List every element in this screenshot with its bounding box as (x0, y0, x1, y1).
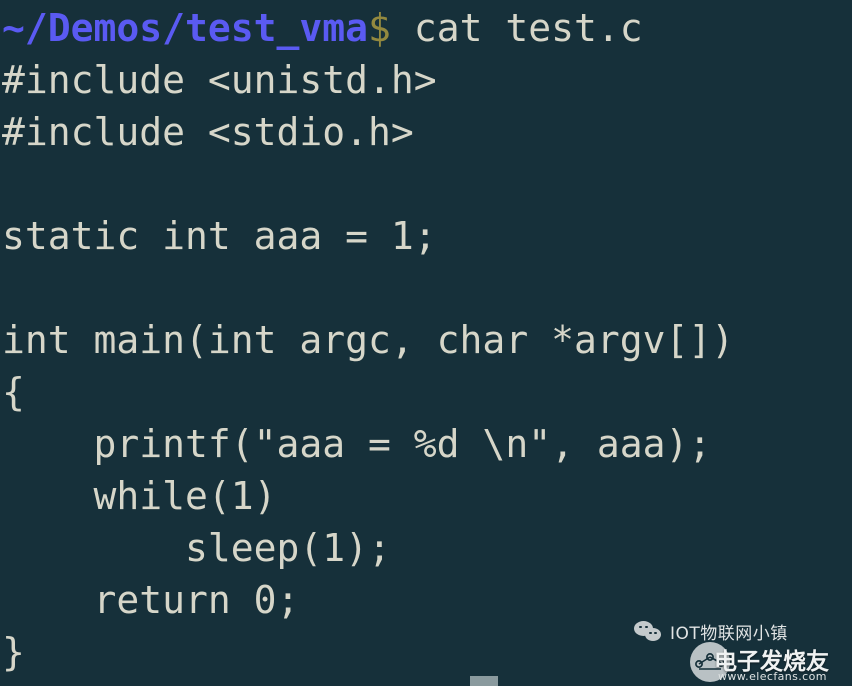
code-line: int main(int argc, char *argv[]) (2, 318, 735, 362)
code-line: #include <stdio.h> (2, 110, 414, 154)
code-line: printf("aaa = %d \n", aaa); (2, 422, 712, 466)
terminal-window[interactable]: ~/Demos/test_vma$ cat test.c #include <u… (0, 0, 852, 686)
code-line: while(1) (2, 474, 277, 518)
prompt-command: cat test.c (390, 6, 643, 50)
code-line: } (2, 630, 25, 674)
terminal-next-prompt-line: ~/Demos/test_vma$ (2, 676, 391, 686)
prompt-sign: $ (368, 6, 391, 50)
code-line: static int aaa = 1; (2, 214, 437, 258)
terminal-cursor (470, 676, 498, 686)
code-line: return 0; (2, 578, 300, 622)
next-prompt-sign: $ (368, 680, 391, 686)
prompt-path: ~/Demos/test_vma (2, 6, 369, 50)
next-prompt-path: ~/Demos/test_vma (2, 680, 368, 686)
code-line: sleep(1); (2, 526, 391, 570)
terminal-prompt-line: ~/Demos/test_vma$ cat test.c (2, 2, 852, 54)
code-line: #include <unistd.h> (2, 58, 437, 102)
terminal-output: ~/Demos/test_vma$ cat test.c #include <u… (0, 0, 852, 678)
code-line: { (2, 370, 25, 414)
